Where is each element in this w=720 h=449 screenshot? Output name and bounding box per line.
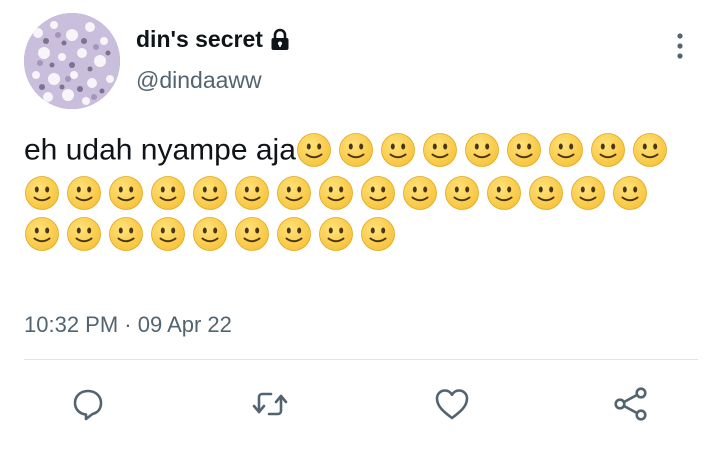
slightly-smiling-face-emoji [108,175,144,211]
slightly-smiling-face-emoji [150,175,186,211]
slightly-smiling-face-emoji [570,175,606,211]
avatar[interactable] [24,13,120,109]
slightly-smiling-face-emoji [66,175,102,211]
slightly-smiling-face-emoji [234,175,270,211]
tweet-timestamp[interactable]: 10:32 PM · 09 Apr 22 [24,312,232,338]
slightly-smiling-face-emoji [276,216,312,252]
slightly-smiling-face-emoji [108,216,144,252]
slightly-smiling-face-emoji [422,132,458,168]
tweet-text: eh udah nyampe aja [24,128,674,254]
slightly-smiling-face-emoji [24,216,60,252]
share-icon [611,385,651,428]
slightly-smiling-face-emoji [192,175,228,211]
reply-icon [69,385,107,428]
display-name-row[interactable]: din's secret [136,26,291,53]
slightly-smiling-face-emoji [360,175,396,211]
user-handle[interactable]: @dindaaww [136,67,262,94]
share-button[interactable] [611,386,651,426]
slightly-smiling-face-emoji [318,216,354,252]
slightly-smiling-face-emoji [528,175,564,211]
slightly-smiling-face-emoji [548,132,584,168]
lock-icon [269,28,291,52]
slightly-smiling-face-emoji [318,175,354,211]
slightly-smiling-face-emoji [486,175,522,211]
slightly-smiling-face-emoji [66,216,102,252]
retweet-icon [250,385,290,428]
slightly-smiling-face-emoji [234,216,270,252]
slightly-smiling-face-emoji [464,132,500,168]
slightly-smiling-face-emoji [444,175,480,211]
slightly-smiling-face-emoji [276,175,312,211]
divider [24,359,698,360]
tweet-text-content: eh udah nyampe aja [24,133,296,167]
slightly-smiling-face-emoji [380,132,416,168]
slightly-smiling-face-emoji [150,216,186,252]
more-vertical-icon[interactable] [670,31,690,61]
slightly-smiling-face-emoji [24,175,60,211]
display-name[interactable]: din's secret [136,26,263,53]
slightly-smiling-face-emoji [612,175,648,211]
slightly-smiling-face-emoji [192,216,228,252]
retweet-button[interactable] [250,386,290,426]
slightly-smiling-face-emoji [506,132,542,168]
slightly-smiling-face-emoji [590,132,626,168]
slightly-smiling-face-emoji [296,132,332,168]
slightly-smiling-face-emoji [360,216,396,252]
slightly-smiling-face-emoji [338,132,374,168]
like-button[interactable] [432,386,472,426]
heart-icon [432,385,472,428]
slightly-smiling-face-emoji [632,132,668,168]
slightly-smiling-face-emoji [402,175,438,211]
reply-button[interactable] [68,386,108,426]
